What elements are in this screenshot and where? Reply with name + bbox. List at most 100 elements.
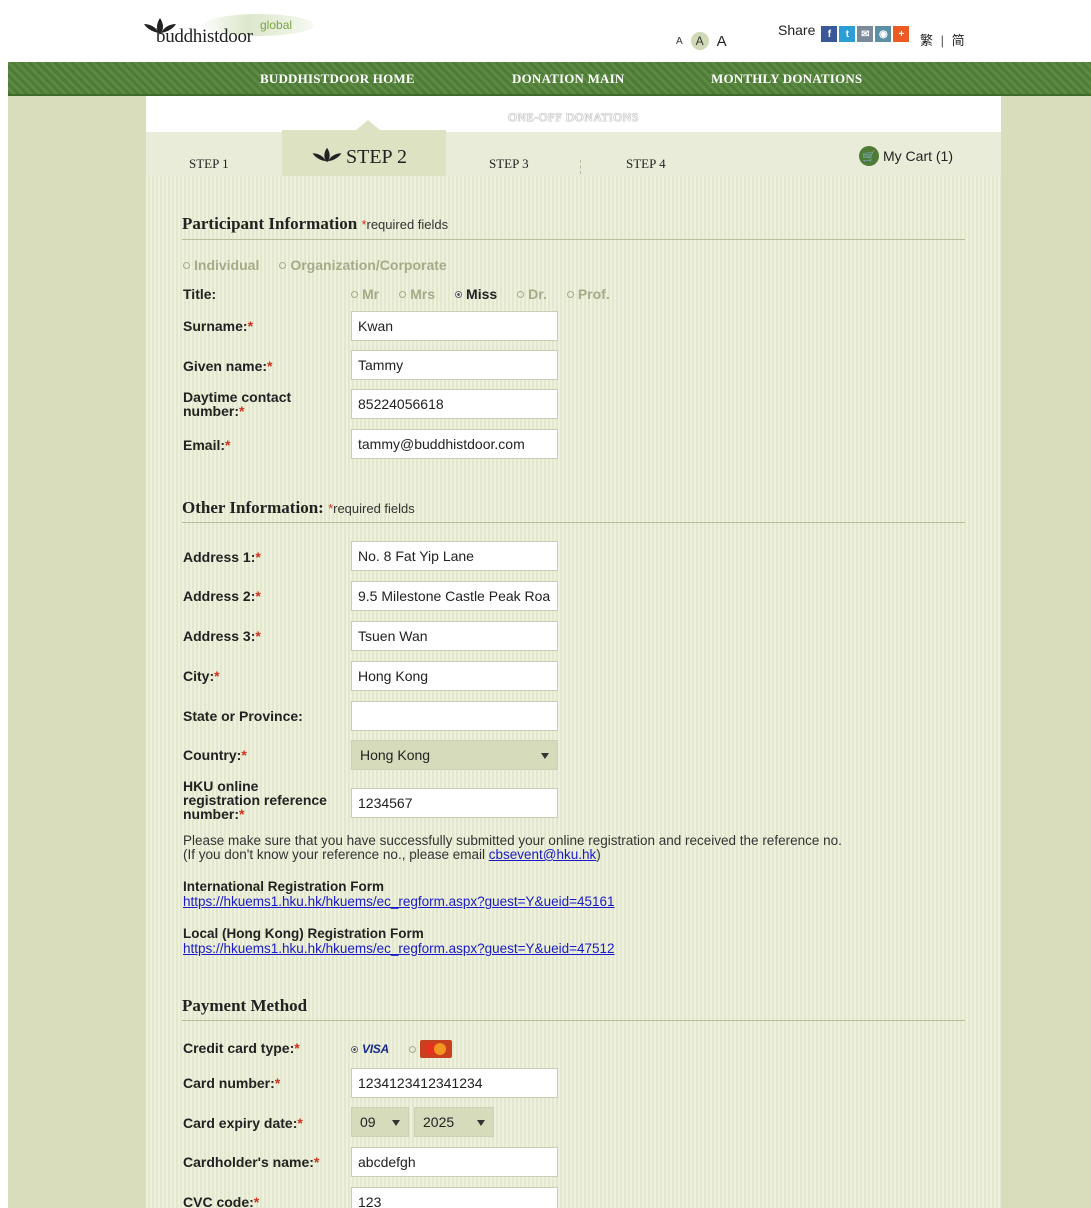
note-close-paren: ) — [596, 847, 601, 862]
lotus-step-icon — [312, 147, 342, 163]
registration-note-line2: (If you don't know your reference no., p… — [183, 847, 489, 862]
cvc-label: CVC code:* — [183, 1194, 260, 1208]
share-label: Share — [778, 22, 816, 38]
lang-simplified-link[interactable]: 简 — [952, 33, 965, 48]
address3-input[interactable] — [351, 621, 558, 651]
required-note: *required fields — [328, 501, 415, 516]
title-radio-group: Mr Mrs Miss Dr. Prof. — [351, 286, 630, 302]
page-subtitle: ONE-OFF DONATIONS — [508, 110, 639, 124]
donation-form-panel: ONE-OFF DONATIONS STEP 1 STEP 2 STEP 3 S… — [146, 96, 1001, 1208]
language-switch: 繁 | 简 — [920, 30, 965, 49]
title-mr-radio[interactable]: Mr — [351, 286, 379, 302]
mastercard-logo-icon — [419, 1040, 452, 1058]
nav-monthly-donations-link[interactable]: MONTHLY DONATIONS — [711, 71, 862, 87]
share-bar: Share f t ✉ ◉ + — [778, 22, 910, 42]
chevron-down-icon — [392, 1120, 400, 1126]
surname-label: Surname:* — [183, 318, 254, 334]
expiry-year-value: 2025 — [423, 1114, 455, 1130]
registration-note: Please make sure that you have successfu… — [183, 834, 842, 862]
title-mrs-radio[interactable]: Mrs — [399, 286, 435, 302]
card-number-input[interactable] — [351, 1068, 558, 1098]
step-4: STEP 4 — [626, 156, 666, 171]
city-input[interactable] — [351, 661, 558, 691]
intl-form-heading: International Registration Form — [183, 879, 385, 894]
section-divider — [182, 1020, 965, 1021]
visa-radio[interactable]: VISA — [351, 1042, 389, 1056]
lang-separator: | — [940, 33, 945, 48]
registration-note-line1: Please make sure that you have successfu… — [183, 833, 842, 848]
twitter-icon[interactable]: t — [839, 26, 856, 42]
font-size-medium-button[interactable]: A — [690, 32, 709, 50]
address2-input[interactable] — [351, 581, 558, 611]
address2-label: Address 2:* — [183, 588, 261, 604]
cvc-input[interactable] — [351, 1187, 558, 1208]
card-number-label: Card number:* — [183, 1075, 281, 1091]
cardholder-label: Cardholder's name:* — [183, 1154, 320, 1170]
given-name-input[interactable] — [351, 350, 558, 380]
intl-form-link[interactable]: https://hkuems1.hku.hk/hkuems/ec_regform… — [183, 894, 615, 909]
left-margin — [8, 96, 146, 1208]
add-more-icon[interactable]: + — [893, 26, 910, 42]
step-divider — [580, 160, 581, 174]
participant-heading: Participant Information — [182, 214, 358, 233]
organization-radio[interactable]: Organization/Corporate — [279, 257, 447, 273]
font-size-small-button[interactable]: A — [676, 36, 683, 47]
expiry-month-select[interactable]: 09 — [351, 1107, 409, 1137]
cart-icon: 🛒 — [859, 146, 879, 166]
title-label: Title: — [183, 286, 217, 302]
site-header: global buddhistdoor A A A Share f t ✉ ◉ … — [0, 0, 1091, 62]
address1-input[interactable] — [351, 541, 558, 571]
card-type-group: VISA — [351, 1040, 472, 1058]
phone-input[interactable] — [351, 389, 558, 419]
email-input[interactable] — [351, 429, 558, 459]
given-name-label: Given name:* — [183, 358, 273, 374]
font-size-large-button[interactable]: A — [717, 33, 727, 50]
required-note-text: required fields — [333, 501, 415, 516]
participant-type-group: Individual Organization/Corporate — [183, 257, 467, 273]
section-divider — [182, 522, 965, 523]
facebook-icon[interactable]: f — [821, 26, 838, 42]
expiry-label: Card expiry date:* — [183, 1115, 303, 1131]
title-prof-radio[interactable]: Prof. — [566, 286, 610, 302]
cardholder-input[interactable] — [351, 1147, 558, 1177]
other-heading: Other Information: — [182, 498, 324, 517]
hku-reference-label: HKU online registration reference number:* — [183, 778, 327, 822]
phone-label: Daytime contact number:* — [183, 389, 292, 419]
nav-home-link[interactable]: BUDDHISTDOOR HOME — [260, 71, 415, 87]
logo[interactable]: global buddhistdoor — [142, 10, 314, 50]
email-label: Email:* — [183, 437, 231, 453]
title-dr-radio[interactable]: Dr. — [517, 286, 547, 302]
cart-label: My Cart (1) — [883, 148, 953, 164]
country-value: Hong Kong — [360, 747, 431, 763]
email-icon[interactable]: ✉ — [857, 26, 874, 42]
payment-section-title: Payment Method — [182, 996, 308, 1015]
required-note-text: required fields — [366, 217, 449, 232]
page-edge — [0, 62, 8, 1208]
title-miss-radio[interactable]: Miss — [455, 286, 497, 302]
weibo-icon[interactable]: ◉ — [875, 26, 892, 42]
mastercard-radio[interactable] — [408, 1040, 452, 1058]
font-size-controls: A A A — [676, 32, 727, 50]
expiry-month-value: 09 — [360, 1114, 376, 1130]
contact-email-link[interactable]: cbsevent@hku.hk — [489, 847, 597, 862]
surname-input[interactable] — [351, 311, 558, 341]
hku-reference-input[interactable] — [351, 788, 558, 818]
my-cart-button[interactable]: 🛒 My Cart (1) — [859, 146, 953, 166]
individual-radio[interactable]: Individual — [183, 257, 259, 273]
nav-donation-main-link[interactable]: DONATION MAIN — [512, 71, 625, 87]
country-label: Country:* — [183, 747, 247, 763]
lang-traditional-link[interactable]: 繁 — [920, 33, 933, 48]
expiry-year-select[interactable]: 2025 — [414, 1107, 494, 1137]
address1-label: Address 1:* — [183, 549, 261, 565]
main-nav: BUDDHISTDOOR HOME DONATION MAIN MONTHLY … — [8, 62, 1091, 96]
right-margin — [1001, 96, 1091, 1208]
chevron-down-icon — [477, 1120, 485, 1126]
chevron-down-icon — [541, 753, 549, 759]
country-select[interactable]: Hong Kong — [351, 740, 558, 770]
state-input[interactable] — [351, 701, 558, 731]
local-form-heading: Local (Hong Kong) Registration Form — [183, 926, 424, 941]
address3-label: Address 3:* — [183, 628, 261, 644]
local-form-link[interactable]: https://hkuems1.hku.hk/hkuems/ec_regform… — [183, 941, 615, 956]
participant-section-title: Participant Information *required fields — [182, 214, 448, 234]
logo-global-text: global — [260, 18, 293, 32]
